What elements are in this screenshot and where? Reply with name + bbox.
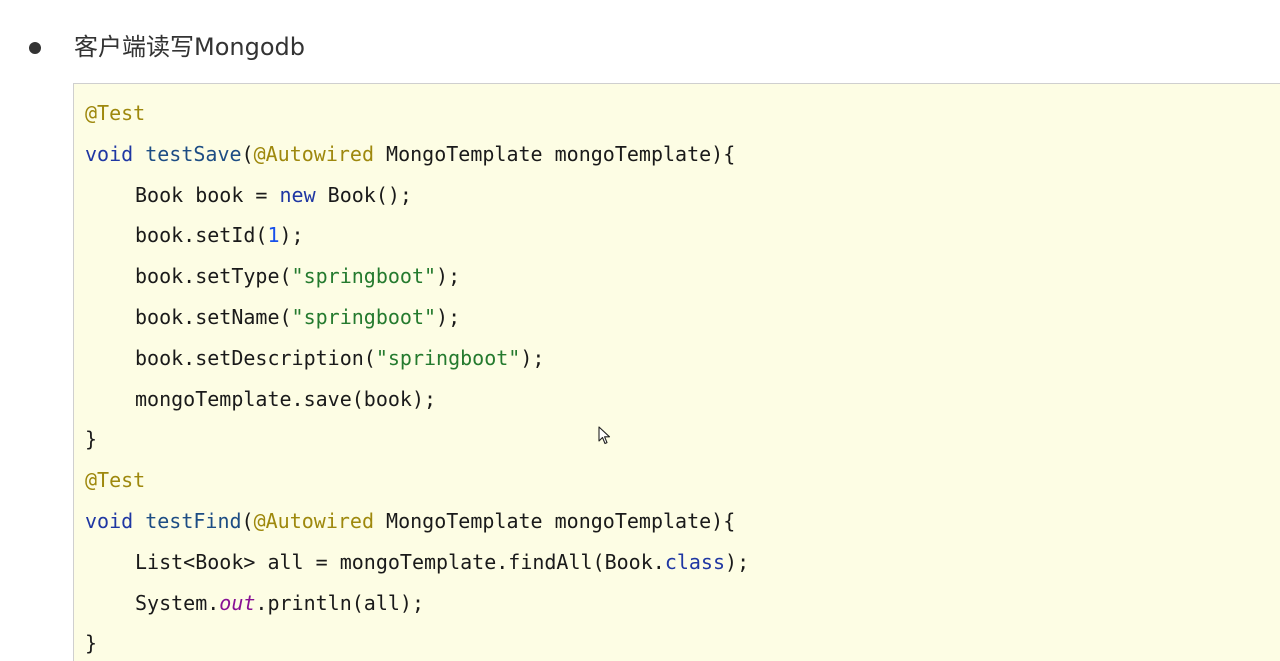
code-line: void testSave(@Autowired MongoTemplate m… — [85, 134, 749, 175]
code-line: mongoTemplate.save(book); — [85, 379, 749, 420]
code-text: book.setId( — [135, 223, 268, 248]
code-text: List<Book> all = mongoTemplate.findAll(B… — [135, 549, 665, 574]
code-line: @Test — [85, 460, 749, 501]
code-text: ); — [725, 549, 750, 574]
code-block: @Test void testSave(@Autowired MongoTemp… — [73, 83, 1280, 661]
code-text: book.setName( — [135, 304, 292, 329]
annotation-token: @Autowired — [253, 508, 375, 533]
annotation-token: @Test — [85, 468, 146, 493]
code-text: } — [85, 631, 98, 656]
keyword-token: void — [85, 508, 134, 533]
bullet-dot-icon — [29, 42, 41, 54]
code-content: @Test void testSave(@Autowired MongoTemp… — [85, 93, 749, 661]
code-text: MongoTemplate mongoTemplate){ — [374, 508, 736, 533]
code-text: book.setDescription( — [135, 345, 376, 370]
code-line: book.setType("springboot"); — [85, 256, 749, 297]
keyword-token: new — [279, 182, 316, 207]
code-text: Book book = — [135, 182, 280, 207]
string-token: "springboot" — [291, 304, 437, 329]
number-token: 1 — [267, 223, 280, 248]
code-text: mongoTemplate.save(book); — [135, 386, 437, 411]
code-line: book.setDescription("springboot"); — [85, 338, 749, 379]
code-line: @Test — [85, 93, 749, 134]
annotation-token: @Test — [85, 101, 146, 125]
keyword-token: void — [85, 141, 134, 166]
code-line: } — [85, 623, 749, 661]
code-line: List<Book> all = mongoTemplate.findAll(B… — [85, 542, 749, 583]
code-line: book.setId(1); — [85, 215, 749, 256]
string-token: "springboot" — [375, 345, 521, 370]
code-line: book.setName("springboot"); — [85, 297, 749, 338]
code-line: } — [85, 419, 749, 460]
code-text: ); — [436, 304, 461, 329]
code-text: ( — [241, 508, 254, 533]
code-text: book.setType( — [135, 264, 292, 289]
code-line: System.out.println(all); — [85, 583, 749, 624]
code-line: Book book = new Book(); — [85, 175, 749, 216]
static-field-token: out — [219, 590, 256, 615]
code-line: void testFind(@Autowired MongoTemplate m… — [85, 501, 749, 542]
code-text: ); — [520, 345, 545, 370]
code-text: System. — [135, 590, 220, 615]
code-text: Book(); — [315, 182, 412, 207]
method-name-token: testFind — [145, 508, 242, 533]
method-name-token: testSave — [145, 141, 242, 166]
keyword-token: class — [664, 549, 726, 574]
bullet-heading: 客户端读写Mongodb — [0, 0, 1280, 84]
code-text: ); — [279, 223, 304, 248]
code-text: .println(all); — [255, 590, 424, 615]
code-text: } — [85, 427, 98, 452]
code-text: ( — [241, 141, 254, 166]
code-text: ); — [436, 264, 461, 289]
heading-text: 客户端读写Mongodb — [74, 33, 305, 61]
annotation-token: @Autowired — [253, 141, 375, 166]
mouse-pointer-icon — [598, 426, 611, 445]
code-text: MongoTemplate mongoTemplate){ — [374, 141, 736, 166]
string-token: "springboot" — [291, 264, 437, 289]
